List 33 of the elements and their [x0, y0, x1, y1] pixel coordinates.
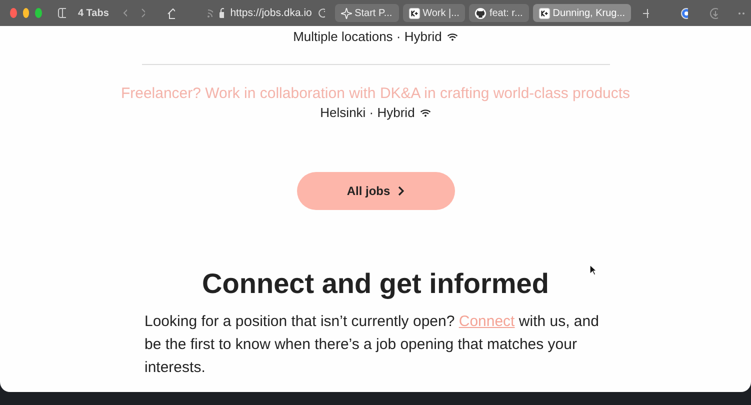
- url-text[interactable]: https://jobs.dka.io: [230, 7, 312, 19]
- browser-tab[interactable]: feat: r...: [469, 4, 529, 22]
- browser-tab[interactable]: Start P...: [334, 4, 399, 22]
- sparkle-icon: [340, 8, 352, 18]
- all-jobs-button[interactable]: All jobs: [296, 172, 454, 210]
- octocat-icon: [475, 8, 486, 18]
- download-icon[interactable]: [710, 8, 718, 18]
- wifi-icon: [446, 32, 458, 40]
- sidebar-icon[interactable]: [58, 8, 66, 18]
- browser-tab[interactable]: Work |...: [402, 4, 466, 22]
- connect-paragraph: Looking for a position that isn’t currently open? Connect with us, and be the first to know when there’s a job opening that matches your interests.: [144, 312, 600, 378]
- back-icon[interactable]: [122, 8, 127, 18]
- wifi-icon: [420, 108, 431, 116]
- chevron-icon: [398, 186, 404, 196]
- tab-count[interactable]: 4 Tabs: [78, 8, 109, 18]
- logo-icon: [408, 8, 420, 18]
- home-icon[interactable]: [166, 8, 175, 18]
- lock-icon: [218, 8, 224, 18]
- cursor-icon: [589, 264, 597, 276]
- job-location: Helsinki · Hybrid: [320, 105, 415, 120]
- logo-icon: [538, 8, 550, 18]
- browser-tab[interactable]: Dunning, Krug...: [532, 4, 632, 22]
- new-tab-icon[interactable]: [643, 8, 650, 18]
- extension-icon[interactable]: [681, 8, 688, 18]
- more-icon[interactable]: [738, 12, 746, 14]
- minimize-button[interactable]: [22, 8, 30, 18]
- section-heading: Connect and get informed: [202, 268, 549, 300]
- zoom-button[interactable]: [35, 8, 42, 18]
- rss-icon: [206, 8, 213, 18]
- job-location: Multiple locations · Hybrid: [293, 29, 442, 44]
- close-button[interactable]: [10, 8, 17, 18]
- forward-icon[interactable]: [140, 8, 145, 18]
- reload-icon[interactable]: [318, 8, 325, 18]
